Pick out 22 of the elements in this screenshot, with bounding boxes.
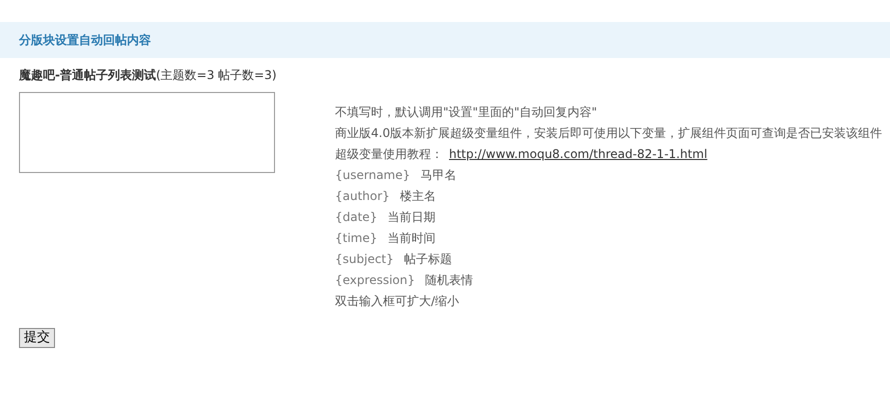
tutorial-link[interactable]: http://www.moqu8.com/thread-82-1-1.html bbox=[449, 147, 708, 161]
help-text: 不填写时，默认调用"设置"里面的"自动回复内容" bbox=[335, 105, 598, 119]
variable-description: 当前时间 bbox=[387, 231, 436, 245]
reply-content-field[interactable] bbox=[19, 92, 275, 173]
variable-description: 帖子标题 bbox=[404, 252, 452, 266]
variable-token: {date} bbox=[335, 210, 378, 224]
variable-description: 当前日期 bbox=[387, 210, 436, 224]
variable-description: 随机表情 bbox=[425, 273, 473, 287]
forum-stats: (主题数=3 帖子数=3) bbox=[156, 68, 277, 82]
tutorial-label: 超级变量使用教程： bbox=[335, 147, 443, 161]
help-text: 商业版4.0版本新扩展超级变量组件，安装后即可使用以下变量，扩展组件页面可查询是否已安装该组件 bbox=[335, 126, 882, 140]
variable-description: 楼主名 bbox=[400, 189, 436, 203]
variable-token: {subject} bbox=[335, 252, 394, 266]
variable-token: {expression} bbox=[335, 273, 415, 287]
variable-token: {username} bbox=[335, 168, 410, 182]
variable-description: 马甲名 bbox=[420, 168, 456, 182]
section-title: 分版块设置自动回帖内容 bbox=[19, 32, 151, 49]
variable-token: {author} bbox=[335, 189, 390, 203]
forum-name: 魔趣吧-普通帖子列表测试 bbox=[19, 68, 156, 82]
submit-button[interactable]: 提交 bbox=[19, 328, 55, 348]
variable-token: {time} bbox=[335, 231, 378, 245]
help-text: 双击输入框可扩大/缩小 bbox=[335, 294, 460, 308]
